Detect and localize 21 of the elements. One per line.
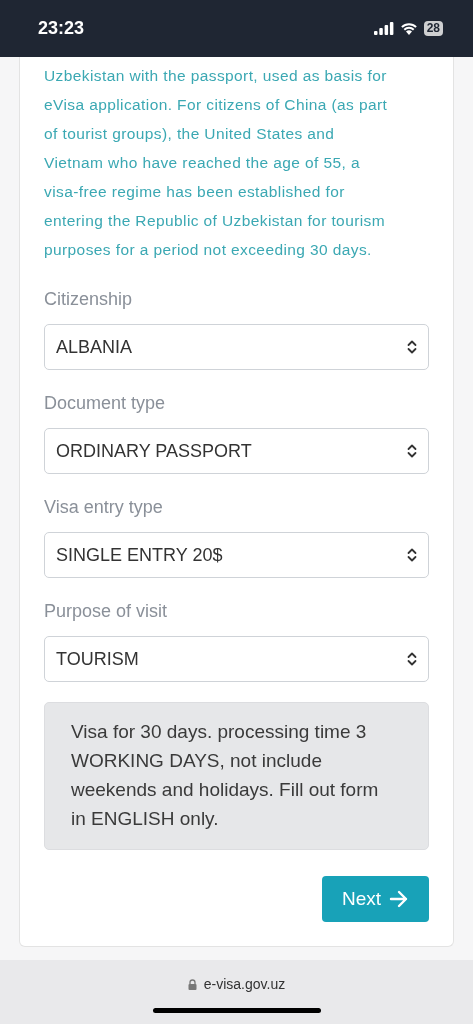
chevron-icon	[407, 652, 417, 666]
field-label: Purpose of visit	[44, 600, 169, 623]
notice-text: Uzbekistan with the passport, used as basis for eVisa application. For citizens of China (as part of tourist groups), the United States and Vietnam who have reached the age of 55, a visa-free regime has been established for entering the Republic of Uzbekistan for tourism purposes for a period not exceeding 30 days.	[44, 66, 389, 260]
battery-level: 28	[423, 21, 443, 36]
select-field[interactable]: ORDINARY PASSPORT	[44, 428, 429, 474]
field-label: Document type	[44, 392, 167, 415]
select-field[interactable]: TOURISM	[44, 636, 429, 682]
info-text: Visa for 30 days. processing time 3 WORKING DAYS, not include weekends and holidays. Fill out form in ENGLISH only.	[71, 721, 379, 829]
select-field[interactable]: SINGLE ENTRY 20$	[44, 532, 429, 578]
chevron-icon	[407, 444, 417, 458]
lock-icon	[187, 978, 197, 990]
signal-icon	[373, 22, 394, 35]
status-time: 23:23	[38, 18, 85, 39]
chevron-icon	[407, 548, 417, 562]
wifi-icon	[399, 22, 418, 35]
field-label: Visa entry type	[44, 496, 164, 519]
field-label: Citizenship	[44, 288, 134, 311]
chevron-icon	[407, 340, 417, 354]
select-field[interactable]: ALBANIA	[44, 324, 429, 370]
arrow-right-icon	[389, 890, 410, 908]
url-text[interactable]: e-visa.gov.uz	[203, 976, 286, 992]
